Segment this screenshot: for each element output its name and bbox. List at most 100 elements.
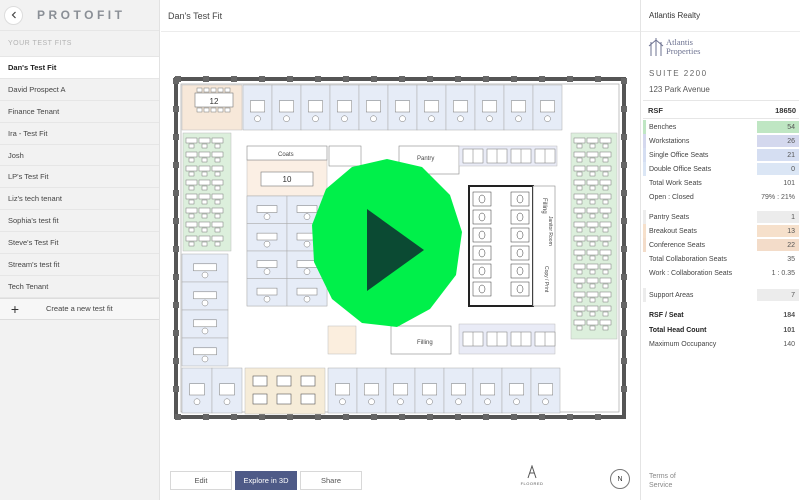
- stat-label: Support Areas: [649, 291, 694, 299]
- stats-panel: Atlantis Realty Atlantis Properties SUIT…: [640, 0, 800, 500]
- test-fit-item[interactable]: Liz's tech tenant: [0, 188, 159, 211]
- create-test-fit-button[interactable]: + Create a new test fit: [0, 297, 159, 320]
- stat-value: 101: [783, 179, 795, 187]
- test-fit-item[interactable]: Ira - Test Fit: [0, 123, 159, 145]
- play-video-button[interactable]: [312, 157, 462, 327]
- room-label-coats: Coats: [278, 152, 294, 158]
- stat-row: Support Areas 7: [643, 288, 799, 302]
- stat-color-bar: [643, 337, 646, 351]
- test-fit-item[interactable]: Dan's Test Fit: [0, 57, 159, 79]
- stat-label: Open : Closed: [649, 193, 694, 201]
- stat-value: 26: [757, 135, 799, 147]
- stat-value: 35: [787, 255, 795, 263]
- stat-row: Pantry Seats 1: [643, 210, 799, 224]
- chevron-left-icon: [11, 11, 16, 19]
- stat-label: Total Collaboration Seats: [649, 255, 727, 263]
- stat-value: 1 : 0.35: [771, 269, 795, 277]
- stat-row: Benches 54: [643, 120, 799, 134]
- stat-row: Maximum Occupancy 140: [643, 337, 799, 351]
- plan-toolbar: Edit Explore in 3D Share: [170, 471, 365, 490]
- stat-color-bar: [643, 190, 646, 204]
- stat-color-bar: [643, 176, 646, 190]
- stat-row: Double Office Seats 0: [643, 162, 799, 176]
- stat-label: Maximum Occupancy: [649, 340, 717, 348]
- stat-color-bar: [643, 120, 646, 134]
- edit-button[interactable]: Edit: [170, 471, 232, 490]
- floored-logo-icon: [527, 464, 537, 479]
- suite-label: SUITE 2200: [649, 69, 708, 78]
- stat-label: Double Office Seats: [649, 165, 712, 173]
- divider: [161, 31, 640, 32]
- test-fit-item[interactable]: David Prospect A: [0, 79, 159, 101]
- stat-value: 21: [757, 149, 799, 161]
- stat-color-bar: [643, 252, 646, 266]
- stat-color-bar: [643, 210, 646, 224]
- room-label-janitor: Janitor Room: [547, 216, 553, 246]
- stat-value: 54: [757, 121, 799, 133]
- brand-logo: Atlantis Properties: [648, 37, 700, 57]
- stat-label: Total Work Seats: [649, 179, 702, 187]
- divider: [643, 100, 799, 101]
- stat-color-bar: [643, 134, 646, 148]
- sidebar-header: PROTOFIT: [0, 0, 159, 31]
- stat-color-bar: [643, 266, 646, 280]
- stat-value: 101: [783, 326, 795, 334]
- stat-row: Total Head Count 101: [643, 323, 799, 337]
- stat-row: Breakout Seats 13: [643, 224, 799, 238]
- test-fit-item[interactable]: Finance Tenant: [0, 101, 159, 123]
- stat-label: Pantry Seats: [649, 213, 690, 221]
- stat-value: 1: [757, 211, 799, 223]
- stat-row: Total Work Seats 101: [643, 176, 799, 190]
- room-label-filling-right: Filling: [541, 198, 547, 214]
- test-fit-item[interactable]: LP's Test Fit: [0, 166, 159, 189]
- address-label: 123 Park Avenue: [649, 85, 710, 94]
- floored-wordmark: FLOORED: [520, 481, 544, 486]
- test-fit-item[interactable]: Tech Tenant: [0, 276, 159, 298]
- compass-button[interactable]: N: [610, 469, 630, 489]
- stat-label: RSF / Seat: [649, 311, 684, 319]
- atlantis-logo-icon: [648, 38, 664, 56]
- rsf-label: RSF: [648, 106, 663, 115]
- stat-color-bar: [643, 162, 646, 176]
- page-title: Dan's Test Fit: [168, 11, 223, 21]
- stat-value: 22: [757, 239, 799, 251]
- stat-value: 184: [783, 311, 795, 319]
- test-fit-item[interactable]: Steve's Test Fit: [0, 232, 159, 255]
- room-label-copy-print: Copy / Print: [543, 266, 549, 293]
- stat-value: 79% : 21%: [761, 193, 795, 201]
- stat-label: Total Head Count: [649, 326, 707, 334]
- stat-row: Open : Closed 79% : 21%: [643, 190, 799, 204]
- test-fit-sidebar: PROTOFIT YOUR TEST FITS Dan's Test Fit Da…: [0, 0, 160, 500]
- room-label-conf-10: 10: [283, 175, 292, 184]
- terms-of-service-link[interactable]: Terms of Service: [649, 472, 699, 490]
- stat-label: Breakout Seats: [649, 227, 697, 235]
- brand-line-2: Properties: [666, 46, 701, 56]
- test-fit-item[interactable]: Josh: [0, 145, 159, 167]
- plus-icon: +: [10, 300, 20, 317]
- stat-value: 140: [783, 340, 795, 348]
- room-label-conf-12: 12: [210, 97, 219, 106]
- stat-value: 7: [757, 289, 799, 301]
- stat-label: Workstations: [649, 137, 690, 145]
- back-button[interactable]: [4, 5, 23, 25]
- stat-row: RSF / Seat 184: [643, 308, 799, 322]
- test-fit-item[interactable]: Stream's test fit: [0, 254, 159, 276]
- test-fit-item[interactable]: Sophia's test fit: [0, 210, 159, 233]
- stat-row: Work : Collaboration Seats 1 : 0.35: [643, 266, 799, 280]
- room-label-filling-bottom: Filling: [417, 340, 433, 346]
- stat-color-bar: [643, 224, 646, 238]
- stat-label: Benches: [649, 123, 677, 131]
- company-name: Atlantis Realty: [649, 11, 701, 20]
- test-fit-list: Dan's Test Fit David Prospect A Finance Te…: [0, 57, 159, 298]
- rsf-row: RSF 18650: [648, 106, 796, 115]
- floored-logo: FLOORED: [519, 464, 545, 486]
- divider: [641, 31, 800, 32]
- create-test-fit-label: Create a new test fit: [46, 304, 113, 314]
- stat-color-bar: [643, 288, 646, 302]
- stat-row: Workstations 26: [643, 134, 799, 148]
- stat-color-bar: [643, 238, 646, 252]
- explore-3d-button[interactable]: Explore in 3D: [235, 471, 297, 490]
- share-button[interactable]: Share: [300, 471, 362, 490]
- stat-label: Single Office Seats: [649, 151, 709, 159]
- stat-color-bar: [643, 323, 646, 337]
